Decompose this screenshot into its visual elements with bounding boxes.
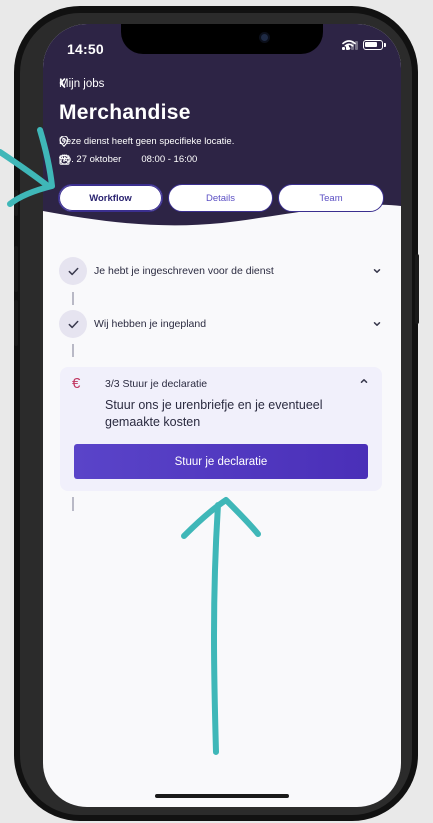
location-text: Deze dienst heeft geen specifieke locati… bbox=[59, 136, 235, 147]
phone-screen: 14:50 Mijn jobs Merchandise Deze dienst … bbox=[43, 24, 401, 807]
tab-team[interactable]: Team bbox=[278, 184, 384, 212]
chevron-down-icon[interactable] bbox=[371, 265, 383, 277]
notch bbox=[121, 24, 323, 54]
workflow-step-2[interactable]: Wij hebben je ingepland bbox=[59, 309, 385, 339]
status-icons bbox=[341, 40, 386, 50]
back-link[interactable]: Mijn jobs bbox=[59, 78, 104, 90]
date-time-row: wo. 27 oktober 08:00 - 16:00 bbox=[59, 154, 197, 165]
tab-details[interactable]: Details bbox=[168, 184, 273, 212]
wifi-icon bbox=[341, 40, 356, 50]
chevron-down-icon[interactable] bbox=[371, 318, 383, 330]
location-pin-icon bbox=[59, 136, 69, 147]
side-button-power bbox=[415, 254, 419, 324]
workflow-step-1[interactable]: Je hebt je ingeschreven voor de dienst bbox=[59, 256, 385, 286]
side-button-silent bbox=[14, 190, 18, 216]
step-check-badge bbox=[59, 310, 87, 338]
tab-bar: Workflow Details Team bbox=[58, 184, 384, 212]
checkmark-icon bbox=[68, 267, 78, 275]
chevron-up-icon[interactable] bbox=[358, 375, 370, 387]
location-row: Deze dienst heeft geen specifieke locati… bbox=[59, 136, 234, 147]
checkmark-icon bbox=[68, 320, 78, 328]
step-label: Je hebt je ingeschreven voor de dienst bbox=[94, 265, 274, 277]
submit-declaration-button[interactable]: Stuur je declaratie bbox=[74, 444, 368, 479]
tab-workflow[interactable]: Workflow bbox=[58, 184, 163, 212]
euro-icon: € bbox=[72, 375, 81, 392]
step-connector bbox=[72, 344, 74, 357]
camera-icon bbox=[259, 32, 270, 43]
step-connector bbox=[72, 292, 74, 305]
active-step-description: Stuur ons je urenbriefje en je eventueel… bbox=[105, 398, 323, 429]
clock-icon bbox=[59, 154, 70, 165]
active-step-title: 3/3 Stuur je declaratie bbox=[105, 378, 208, 390]
status-time: 14:50 bbox=[67, 41, 104, 57]
time-text: 08:00 - 16:00 bbox=[141, 154, 198, 165]
side-button-volume-up bbox=[14, 246, 18, 292]
battery-icon bbox=[363, 40, 386, 50]
job-header: 14:50 Mijn jobs Merchandise Deze dienst … bbox=[43, 24, 401, 262]
step-label: Wij hebben je ingepland bbox=[94, 318, 207, 330]
page-title: Merchandise bbox=[59, 101, 191, 124]
home-indicator bbox=[155, 794, 289, 798]
chevron-left-icon bbox=[59, 78, 66, 88]
active-step-card: € 3/3 Stuur je declaratie Stuur ons je u… bbox=[60, 367, 382, 491]
side-button-volume-down bbox=[14, 300, 18, 346]
step-connector bbox=[72, 497, 74, 511]
step-check-badge bbox=[59, 257, 87, 285]
